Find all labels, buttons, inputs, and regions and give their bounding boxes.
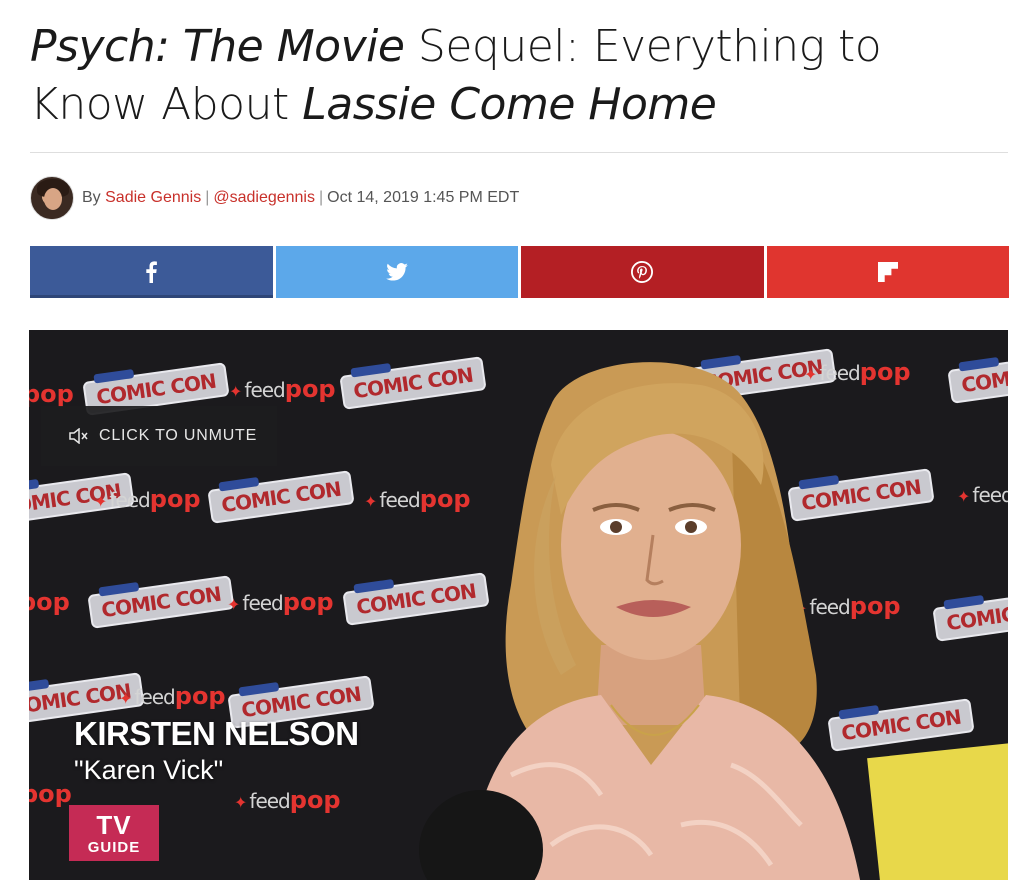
byline: By Sadie Gennis | @sadiegennis | Oct 14, 201… — [30, 175, 519, 221]
feedpop-logo: pop — [29, 780, 72, 808]
twitter-icon — [385, 263, 408, 281]
feedpop-logo: ✦feedpop — [227, 588, 334, 616]
facebook-icon — [146, 261, 158, 283]
author-avatar[interactable] — [30, 176, 74, 220]
flipboard-icon — [877, 262, 898, 282]
publish-datetime: Oct 14, 2019 1:45 PM EDT — [327, 189, 520, 206]
comiccon-logo: COMIC CON — [207, 470, 355, 524]
author-handle-link[interactable]: @sadiegennis — [213, 189, 315, 206]
feedpop-logo: ✦feedpop — [234, 786, 341, 814]
share-flipboard-button[interactable] — [766, 246, 1009, 298]
feedpop-logo: pop — [29, 380, 74, 408]
share-bar — [30, 246, 1009, 298]
headline-movie-italic: Lassie Come Home — [302, 79, 717, 130]
yellow-poster — [867, 742, 1008, 880]
unmute-label: CLICK TO UNMUTE — [99, 427, 258, 444]
feedpop-logo: ✦feedpop — [94, 485, 201, 513]
headline-title-italic: Psych: The Movie — [30, 21, 405, 72]
tvguide-logo: TV GUIDE — [69, 805, 159, 861]
byline-separator: | — [318, 189, 324, 206]
byline-prefix: By — [82, 189, 106, 206]
feedpop-logo: ✦feedpop — [119, 682, 226, 710]
comiccon-logo: COMIC CON — [947, 350, 1008, 404]
divider — [30, 152, 1008, 153]
comiccon-logo: COMIC CON — [932, 588, 1008, 642]
feedpop-logo: ✦ feed — [957, 483, 1008, 507]
share-twitter-button[interactable] — [275, 246, 518, 298]
tvguide-logo-tv: TV — [96, 809, 132, 840]
share-facebook-button[interactable] — [30, 246, 273, 298]
pinterest-icon — [631, 261, 654, 283]
byline-separator: | — [205, 189, 210, 206]
tvguide-logo-guide: GUIDE — [87, 838, 141, 856]
video-player[interactable]: pop COMIC CON ✦ feedpop COMIC CON COMIC C… — [29, 330, 1008, 880]
speaker-role: "Karen Vick" — [74, 755, 224, 785]
interviewee-image — [419, 362, 860, 880]
share-pinterest-button[interactable] — [521, 246, 764, 298]
byline-meta: By Sadie Gennis | @sadiegennis | Oct 14, 201… — [82, 189, 519, 207]
unmute-button[interactable]: CLICK TO UNMUTE — [41, 406, 277, 466]
feedpop-logo: ✦feedpop — [229, 375, 336, 403]
article-headline: Psych: The Movie Sequel: Everything to K… — [30, 18, 1005, 134]
comiccon-logo: COMIC CON — [87, 575, 235, 629]
author-link[interactable]: Sadie Gennis — [105, 189, 201, 206]
feedpop-logo: pop — [29, 588, 70, 616]
lower-third: KIRSTEN NELSON "Karen Vick" — [74, 715, 359, 787]
speaker-name: KIRSTEN NELSON — [74, 715, 359, 752]
speaker-muted-icon — [69, 428, 88, 444]
